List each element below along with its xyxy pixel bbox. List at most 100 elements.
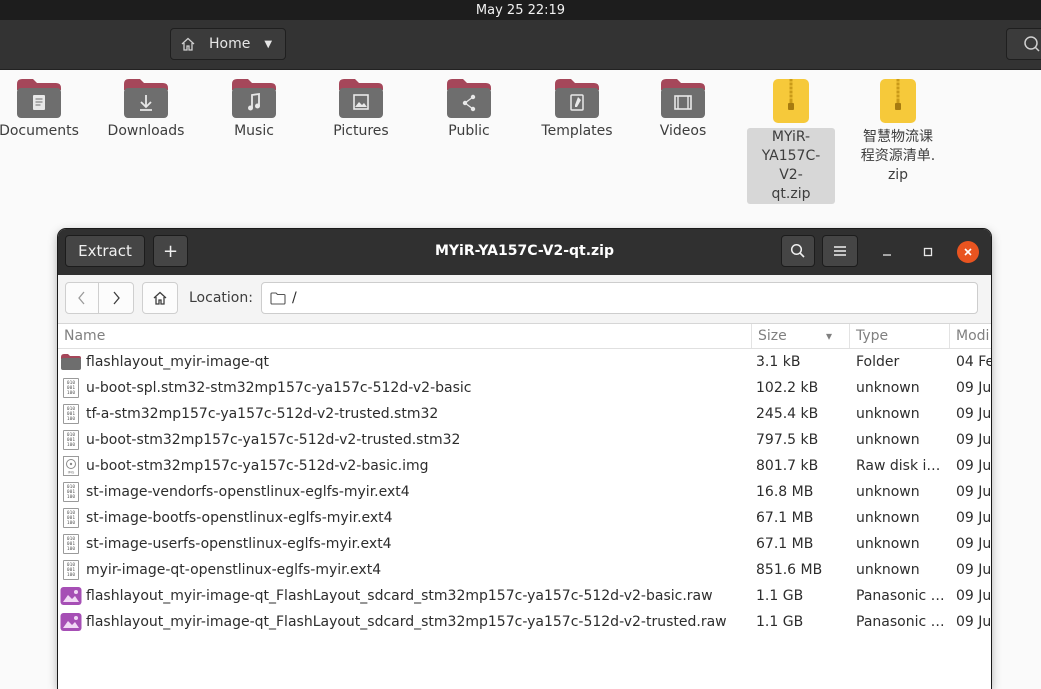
clock[interactable]: May 25 22:19: [476, 3, 565, 18]
close-icon: [964, 248, 972, 256]
column-header-size[interactable]: Size ▾: [752, 324, 850, 348]
folder-downloads[interactable]: Downloads: [96, 70, 196, 141]
folder-music[interactable]: Music: [204, 70, 304, 141]
extract-button[interactable]: Extract: [65, 235, 145, 267]
table-row[interactable]: 010 001 100 tf-a-stm32mp157c-ya157c-512d-v…: [58, 401, 991, 427]
file-modified: 09 Ju: [956, 510, 991, 526]
column-header-name[interactable]: Name: [58, 324, 752, 348]
folder-label: Pictures: [333, 123, 389, 139]
file-size: 797.5 kB: [756, 432, 819, 448]
add-files-button[interactable]: +: [153, 235, 188, 267]
file-name: tf-a-stm32mp157c-ya157c-512d-v2-trusted.…: [86, 406, 439, 422]
folder-label: Downloads: [107, 123, 185, 139]
file-size: 102.2 kB: [756, 380, 819, 396]
table-row[interactable]: 010 001 100 st-image-userfs-openstlinux-eg…: [58, 531, 991, 557]
home-folder-button[interactable]: [142, 282, 178, 314]
public-folder-icon: [447, 79, 491, 118]
column-header-size-label: Size: [758, 328, 787, 344]
zip-archive-icon: [880, 79, 916, 123]
table-row[interactable]: flashlayout_myir-image-qt 3.1 kB Folder …: [58, 349, 991, 375]
folder-label: Videos: [659, 123, 707, 139]
file-name: flashlayout_myir-image-qt_FlashLayout_sd…: [86, 588, 713, 604]
folder-public[interactable]: Public: [419, 70, 519, 141]
label-line: zip: [887, 167, 909, 183]
file-type: unknown: [856, 406, 920, 422]
sort-descending-icon: ▾: [826, 329, 833, 343]
location-input[interactable]: /: [261, 282, 978, 314]
maximize-button[interactable]: [917, 241, 939, 263]
search-button[interactable]: [1006, 28, 1041, 60]
zip-file-label: 智慧物流课 程资源清单. zip: [848, 128, 948, 185]
folder-label: Music: [234, 123, 274, 139]
table-row[interactable]: 010 001 100 u-boot-spl.stm32-stm32mp157c-y…: [58, 375, 991, 401]
table-row[interactable]: 010 001 100 st-image-vendorfs-openstlinux-…: [58, 479, 991, 505]
file-size: 851.6 MB: [756, 562, 823, 578]
templates-folder-icon: [555, 79, 599, 118]
file-modified: 09 Ju: [956, 484, 991, 500]
close-button[interactable]: [957, 241, 979, 263]
folder-label: Documents: [0, 123, 79, 139]
table-row[interactable]: flashlayout_myir-image-qt_FlashLayout_sd…: [58, 609, 991, 635]
zip-file-myir[interactable]: MYiR- YA157C-V2- qt.zip: [741, 70, 841, 204]
table-row[interactable]: IMG u-boot-stm32mp157c-ya157c-512d-v2-ba…: [58, 453, 991, 479]
folder-templates[interactable]: Templates: [527, 70, 627, 141]
file-type: unknown: [856, 510, 920, 526]
file-modified: 04 Fe: [956, 354, 991, 370]
find-button[interactable]: [781, 235, 815, 267]
column-header-modified[interactable]: Modi: [950, 324, 991, 348]
minimize-button[interactable]: [876, 241, 898, 263]
downloads-folder-icon: [124, 79, 168, 118]
file-type: Panasonic r…: [856, 588, 948, 604]
plus-icon: +: [162, 240, 179, 262]
file-size: 1.1 GB: [756, 614, 804, 630]
documents-folder-icon: [17, 79, 61, 118]
file-type: Raw disk i…: [856, 458, 941, 474]
file-modified: 09 Ju: [956, 380, 991, 396]
file-modified: 09 Ju: [956, 458, 991, 474]
label-line: MYiR-: [771, 129, 811, 145]
forward-button[interactable]: [98, 282, 134, 314]
column-header-type[interactable]: Type: [850, 324, 950, 348]
file-name: st-image-vendorfs-openstlinux-eglfs-myir…: [86, 484, 410, 500]
search-icon: [1024, 36, 1040, 52]
raw-image-icon: [60, 609, 82, 635]
back-button[interactable]: [65, 282, 99, 314]
zip-file-label: MYiR- YA157C-V2- qt.zip: [747, 128, 835, 204]
file-name: myir-image-qt-openstlinux-eglfs-myir.ext…: [86, 562, 382, 578]
label-line: 智慧物流课: [863, 129, 933, 145]
table-row[interactable]: 010 001 100 myir-image-qt-openstlinux-eglf…: [58, 557, 991, 583]
binary-file-icon: 010 001 100: [60, 531, 82, 557]
file-manager-headerbar: Home ▼: [0, 20, 1041, 70]
maximize-icon: [923, 247, 933, 257]
folder-pictures[interactable]: Pictures: [311, 70, 411, 141]
file-type: unknown: [856, 562, 920, 578]
folder-documents[interactable]: Documents: [0, 70, 89, 141]
file-grid: Documents Downloads Music Pictures Publi…: [0, 70, 1041, 230]
file-size: 3.1 kB: [756, 354, 801, 370]
file-name: flashlayout_myir-image-qt: [86, 354, 270, 370]
location-label: Location:: [189, 290, 253, 306]
file-modified: 09 Ju: [956, 614, 991, 630]
binary-file-icon: 010 001 100: [60, 479, 82, 505]
table-row[interactable]: 010 001 100 u-boot-stm32mp157c-ya157c-512d…: [58, 427, 991, 453]
zip-file-chinese[interactable]: 智慧物流课 程资源清单. zip: [848, 70, 948, 185]
location-bar: Location: /: [58, 275, 991, 324]
label-line: YA157C-V2-: [761, 148, 821, 183]
binary-file-icon: 010 001 100: [60, 375, 82, 401]
binary-file-icon: 010 001 100: [60, 505, 82, 531]
file-list: flashlayout_myir-image-qt 3.1 kB Folder …: [58, 349, 991, 635]
file-modified: 09 Ju: [956, 536, 991, 552]
file-modified: 09 Ju: [956, 432, 991, 448]
file-list-header: Name Size ▾ Type Modi: [58, 324, 991, 349]
folder-videos[interactable]: Videos: [633, 70, 733, 141]
table-row[interactable]: 010 001 100 st-image-bootfs-openstlinux-eg…: [58, 505, 991, 531]
table-row[interactable]: flashlayout_myir-image-qt_FlashLayout_sd…: [58, 583, 991, 609]
hamburger-menu-icon: [834, 246, 846, 256]
videos-folder-icon: [661, 79, 705, 118]
folder-icon: [60, 349, 82, 375]
main-menu-button[interactable]: [822, 235, 858, 267]
home-location-button[interactable]: Home ▼: [170, 28, 286, 60]
file-size: 1.1 GB: [756, 588, 804, 604]
home-icon: [181, 37, 195, 51]
archive-manager-window: Extract + MYiR-YA157C-V2-qt.zip Location…: [58, 229, 991, 689]
